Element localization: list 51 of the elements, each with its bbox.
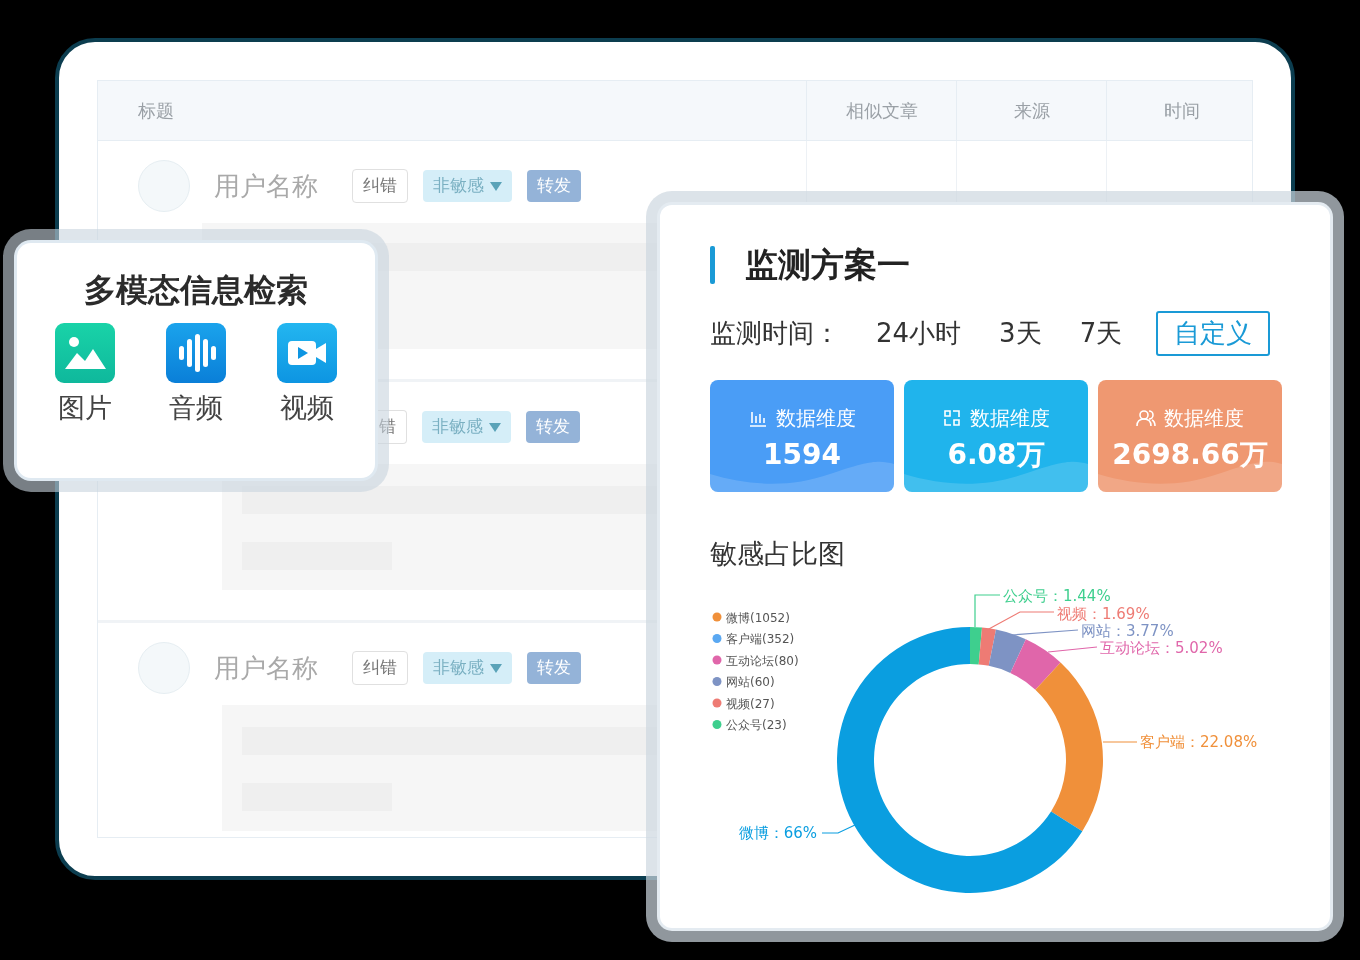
avatar-circle	[138, 642, 190, 694]
sound-wave-icon	[166, 323, 226, 384]
stat-label: 数据维度	[970, 404, 1050, 432]
column-header: 来源	[956, 81, 1106, 140]
time-option[interactable]: 24小时	[858, 310, 980, 356]
column-header: 标题	[137, 99, 175, 123]
image-search-button[interactable]: 图片	[55, 323, 115, 424]
correct-tag[interactable]: 纠错	[352, 169, 408, 203]
legend-label: 网站(60)	[726, 675, 775, 690]
slice-label: 微博：66%	[738, 824, 817, 843]
column-header: 相似文章	[806, 81, 956, 140]
legend-label: 微博(1052)	[726, 610, 790, 625]
legend-label: 视频(27)	[726, 696, 775, 711]
slice-label: 视频：1.69%	[1057, 605, 1150, 624]
audio-search-button[interactable]: 音频	[166, 323, 226, 424]
stat-value: 2698.66万	[1112, 440, 1268, 469]
stat-value: 6.08万	[947, 440, 1045, 469]
stat-value: 1594	[763, 440, 841, 469]
users-icon	[1136, 407, 1156, 428]
column-header: 时间	[1106, 81, 1252, 140]
slice-label: 公众号：1.44%	[1003, 587, 1111, 606]
leader-line	[1047, 646, 1098, 653]
slice-label: 互动论坛：5.02%	[1100, 639, 1223, 658]
time-option[interactable]: 自定义	[1156, 310, 1271, 356]
image-icon	[55, 323, 115, 384]
user-name: 用户名称	[214, 169, 319, 203]
caret-icon	[490, 181, 502, 191]
leader-line	[1102, 741, 1138, 743]
legend-label: 互动论坛(80)	[726, 653, 799, 668]
time-option[interactable]: 7天	[1061, 310, 1141, 356]
stat-label: 数据维度	[1164, 404, 1244, 432]
caret-icon	[489, 422, 501, 432]
chart-title: 敏感占比图	[710, 536, 846, 571]
legend-label: 公众号(23)	[726, 718, 787, 733]
leader-line	[821, 824, 856, 834]
caret-icon	[490, 663, 502, 673]
transfer-icon	[942, 407, 962, 428]
slice-label: 客户端：22.08%	[1140, 733, 1258, 752]
video-camera-icon	[277, 323, 337, 384]
card-title: 监测方案一	[745, 245, 910, 285]
time-option[interactable]: 3天	[981, 310, 1060, 356]
user-name: 用户名称	[214, 651, 319, 685]
title-accent-bar	[710, 245, 715, 284]
correct-tag[interactable]: 纠错	[352, 651, 408, 685]
card-title: 多模态信息检索	[83, 271, 309, 310]
legend-label: 客户端(352)	[726, 632, 795, 647]
time-label: 监测时间：	[710, 316, 840, 350]
avatar-circle	[138, 160, 190, 212]
video-search-button[interactable]: 视频	[277, 323, 337, 424]
stat-label: 数据维度	[776, 404, 856, 432]
slice-label: 网站：3.77%	[1081, 622, 1174, 641]
